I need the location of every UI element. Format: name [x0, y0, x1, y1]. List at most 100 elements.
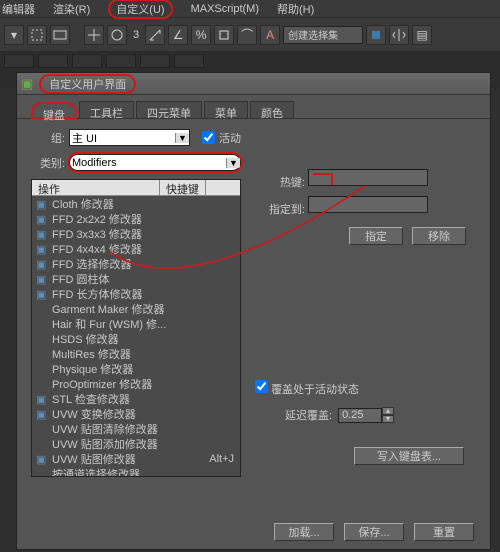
- hotkey-label: 热键:: [255, 174, 305, 190]
- active-checkbox[interactable]: [202, 131, 215, 144]
- list-item[interactable]: UVW 贴图清除修改器: [32, 421, 240, 436]
- list-item[interactable]: ▣FFD 3x3x3 修改器: [32, 226, 240, 241]
- list-item-label: FFD 选择修改器: [52, 256, 131, 272]
- list-item-label: STL 检查修改器: [52, 391, 130, 407]
- tab-toolbars[interactable]: 工具栏: [79, 101, 134, 118]
- dialog-title: 自定义用户界面: [39, 74, 136, 94]
- window-icon[interactable]: [50, 25, 70, 45]
- align-icon[interactable]: ▤: [412, 25, 432, 45]
- save-button[interactable]: 保存...: [344, 523, 404, 541]
- list-item-label: Garment Maker 修改器: [52, 301, 164, 317]
- list-item[interactable]: Garment Maker 修改器: [32, 301, 240, 316]
- load-button[interactable]: 加载...: [274, 523, 334, 541]
- rotate-icon[interactable]: [107, 25, 127, 45]
- list-item-label: Cloth 修改器: [52, 196, 114, 212]
- percent-icon[interactable]: %: [191, 25, 211, 45]
- list-item-label: FFD 2x2x2 修改器: [52, 211, 142, 227]
- toolbar-number: 3: [130, 29, 142, 41]
- tool-slot[interactable]: [174, 54, 204, 68]
- modifier-icon: ▣: [36, 243, 48, 255]
- list-item[interactable]: ▣UVW 贴图修改器Alt+J: [32, 451, 240, 466]
- move-icon[interactable]: [84, 25, 104, 45]
- modifier-icon: ▣: [36, 258, 48, 270]
- dialog-tabs: 键盘 工具栏 四元菜单 菜单 颜色: [17, 95, 490, 119]
- scale-icon[interactable]: [145, 25, 165, 45]
- assigned-to-label: 指定到:: [255, 201, 305, 217]
- text-icon[interactable]: A: [260, 25, 280, 45]
- list-item[interactable]: ▣ FFD 2x2x2 修改器: [32, 211, 240, 226]
- modifier-icon: ▣: [36, 453, 48, 465]
- list-header-action[interactable]: 操作: [32, 180, 160, 195]
- mirror-icon[interactable]: [389, 25, 409, 45]
- list-item-label: HSDS 修改器: [52, 331, 119, 347]
- menu-help[interactable]: 帮助(H): [277, 1, 314, 17]
- list-item[interactable]: Physique 修改器: [32, 361, 240, 376]
- list-header-shortcut[interactable]: 快捷键: [160, 180, 206, 195]
- hotkey-input[interactable]: [308, 169, 428, 186]
- write-keyboard-button[interactable]: 写入键盘表...: [354, 447, 464, 465]
- blue-icon-1[interactable]: [366, 25, 386, 45]
- list-item[interactable]: ▣ Cloth 修改器: [32, 196, 240, 211]
- list-item-label: 按通道选择修改器: [52, 466, 140, 477]
- list-item[interactable]: MultiRes 修改器: [32, 346, 240, 361]
- assign-button[interactable]: 指定: [349, 227, 403, 245]
- menu-editor[interactable]: 编辑器: [2, 1, 35, 17]
- list-item[interactable]: ▣FFD 4x4x4 修改器: [32, 241, 240, 256]
- list-item-label: ProOptimizer 修改器: [52, 376, 152, 392]
- delay-value[interactable]: 0.25: [338, 408, 382, 423]
- tool-slot[interactable]: [72, 54, 102, 68]
- main-menu-bar: 编辑器 渲染(R) 自定义(U) MAXScript(M) 帮助(H): [0, 0, 500, 18]
- list-item-label: Hair 和 Fur (WSM) 修...: [52, 316, 166, 332]
- modifier-icon: ▣: [36, 393, 48, 405]
- category-dropdown[interactable]: Modifiers▼: [69, 154, 241, 171]
- snap-icon[interactable]: [214, 25, 234, 45]
- tab-keyboard[interactable]: 键盘: [31, 102, 77, 119]
- dialog-titlebar[interactable]: ▣ 自定义用户界面: [17, 73, 490, 95]
- group-dropdown[interactable]: 主 UI▼: [69, 129, 190, 146]
- override-active-label: 覆盖处于活动状态: [271, 384, 359, 396]
- tool-slot[interactable]: [140, 54, 170, 68]
- reset-button[interactable]: 重置: [414, 523, 474, 541]
- list-item-label: FFD 长方体修改器: [52, 286, 142, 302]
- actions-listbox: 操作 快捷键 ▣ Cloth 修改器 ▣ FFD 2x2x2 修改器▣FFD 3x3x…: [31, 179, 241, 477]
- modifier-icon: ▣: [36, 273, 48, 285]
- list-item[interactable]: ▣UVW 变换修改器: [32, 406, 240, 421]
- dropdown-icon[interactable]: ▾: [4, 25, 24, 45]
- menu-render[interactable]: 渲染(R): [53, 1, 90, 17]
- override-active-checkbox[interactable]: [255, 380, 268, 393]
- selection-set-dropdown[interactable]: 创建选择集: [283, 26, 363, 44]
- magnet-icon[interactable]: ⌒: [237, 25, 257, 45]
- list-item[interactable]: UVW 贴图添加修改器: [32, 436, 240, 451]
- tab-colors[interactable]: 颜色: [250, 101, 294, 118]
- list-item[interactable]: ▣ FFD 圆柱体: [32, 271, 240, 286]
- group-label: 组:: [31, 130, 65, 146]
- list-item[interactable]: HSDS 修改器: [32, 331, 240, 346]
- modifier-icon: ▣: [36, 408, 48, 420]
- spinner-down-icon[interactable]: ▾: [382, 415, 394, 423]
- remove-button[interactable]: 移除: [412, 227, 466, 245]
- list-item-label: UVW 贴图清除修改器: [52, 421, 158, 437]
- list-item[interactable]: 按通道选择修改器: [32, 466, 240, 476]
- active-label: 活动: [219, 130, 241, 146]
- tool-slot[interactable]: [38, 54, 68, 68]
- tool-slot[interactable]: [4, 54, 34, 68]
- list-item-shortcut: Alt+J: [209, 453, 240, 465]
- category-label: 类别:: [31, 155, 65, 171]
- tab-quad[interactable]: 四元菜单: [136, 101, 202, 118]
- list-item[interactable]: ▣ FFD 长方体修改器: [32, 286, 240, 301]
- angle-icon[interactable]: ∠: [168, 25, 188, 45]
- tool-slot[interactable]: [106, 54, 136, 68]
- modifier-icon: ▣: [36, 213, 48, 225]
- modifier-icon: ▣: [36, 288, 48, 300]
- list-item-label: FFD 圆柱体: [52, 271, 109, 287]
- selection-icon[interactable]: [27, 25, 47, 45]
- list-item[interactable]: Hair 和 Fur (WSM) 修...: [32, 316, 240, 331]
- menu-customize[interactable]: 自定义(U): [108, 0, 172, 19]
- list-item[interactable]: ▣ STL 检查修改器: [32, 391, 240, 406]
- list-item[interactable]: ProOptimizer 修改器: [32, 376, 240, 391]
- actions-list[interactable]: ▣Cloth 修改器▣FFD 2x2x2 修改器▣FFD 3x3x3 修改器▣F…: [32, 196, 240, 476]
- modifier-icon: ▣: [36, 198, 48, 210]
- list-item[interactable]: ▣ FFD 选择修改器: [32, 256, 240, 271]
- tab-menus[interactable]: 菜单: [204, 101, 248, 118]
- menu-maxscript[interactable]: MAXScript(M): [191, 3, 259, 15]
